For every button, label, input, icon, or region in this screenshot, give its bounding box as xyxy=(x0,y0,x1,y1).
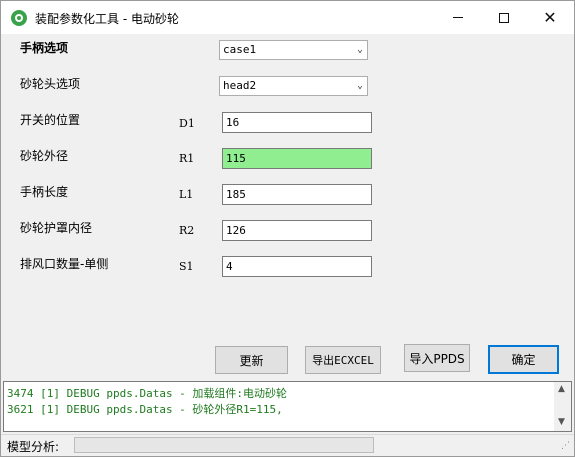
model-analysis-label: 模型分析: xyxy=(7,440,60,454)
window-title: 装配参数化工具 - 电动砂轮 xyxy=(35,12,179,26)
minimize-button[interactable] xyxy=(435,1,481,34)
handle-option-label: 手柄选项 xyxy=(20,41,69,55)
close-icon: ✕ xyxy=(543,8,557,27)
vent-count-field[interactable]: 4 xyxy=(222,256,372,277)
maximize-button[interactable] xyxy=(481,1,527,34)
model-analysis-progress xyxy=(74,437,374,453)
update-button[interactable]: 更新 xyxy=(215,346,288,374)
handle-length-label: 手柄长度 xyxy=(20,185,69,199)
guard-inner-diameter-code: R2 xyxy=(179,224,195,237)
maximize-icon xyxy=(499,12,509,23)
confirm-button[interactable]: 确定 xyxy=(488,345,559,374)
app-logo-icon xyxy=(11,10,27,26)
handle-option-select[interactable]: case1 ⌄ xyxy=(219,40,368,60)
log-panel[interactable]: 3474 [1] DEBUG ppds.Datas - 加载组件:电动砂轮 36… xyxy=(3,381,572,432)
status-bar: 模型分析: ⋰ xyxy=(1,434,574,456)
import-ppds-button[interactable]: 导入PPDS xyxy=(404,344,470,372)
log-line: 3621 [1] DEBUG ppds.Datas - 砂轮外径R1=115, xyxy=(7,403,283,416)
minimize-icon xyxy=(453,17,463,18)
close-button[interactable]: ✕ xyxy=(527,1,573,34)
resize-grip-icon[interactable]: ⋰ xyxy=(561,441,570,451)
guard-inner-diameter-label: 砂轮护罩内径 xyxy=(20,221,93,235)
wheel-head-option-label: 砂轮头选项 xyxy=(20,77,81,91)
wheel-outer-diameter-label: 砂轮外径 xyxy=(20,149,69,163)
wheel-outer-diameter-code: R1 xyxy=(179,152,195,165)
log-line: 3474 [1] DEBUG ppds.Datas - 加载组件:电动砂轮 xyxy=(7,387,288,400)
log-scrollbar[interactable]: ▲ ▼ xyxy=(554,382,571,431)
vent-count-code: S1 xyxy=(179,260,194,273)
vent-count-label: 排风口数量-单侧 xyxy=(20,257,109,271)
title-bar: 装配参数化工具 - 电动砂轮 ✕ xyxy=(1,1,574,34)
switch-position-label: 开关的位置 xyxy=(20,113,81,127)
switch-position-code: D1 xyxy=(179,117,195,130)
wheel-head-option-select[interactable]: head2 ⌄ xyxy=(219,76,368,96)
export-excel-button[interactable]: 导出ECXCEL xyxy=(305,346,381,374)
chevron-down-icon: ⌄ xyxy=(356,80,363,91)
handle-option-value: case1 xyxy=(223,43,257,56)
wheel-head-option-value: head2 xyxy=(223,79,257,92)
scroll-down-icon[interactable]: ▼ xyxy=(558,417,565,427)
handle-length-code: L1 xyxy=(179,188,194,201)
switch-position-field[interactable]: 16 xyxy=(222,112,372,133)
wheel-outer-diameter-field[interactable]: 115 xyxy=(222,148,372,169)
handle-length-field[interactable]: 185 xyxy=(222,184,372,205)
app-window: 装配参数化工具 - 电动砂轮 ✕ 手柄选项 case1 ⌄ 砂轮头选项 head… xyxy=(0,0,575,457)
chevron-down-icon: ⌄ xyxy=(356,44,363,55)
guard-inner-diameter-field[interactable]: 126 xyxy=(222,220,372,241)
scroll-up-icon[interactable]: ▲ xyxy=(558,384,565,394)
